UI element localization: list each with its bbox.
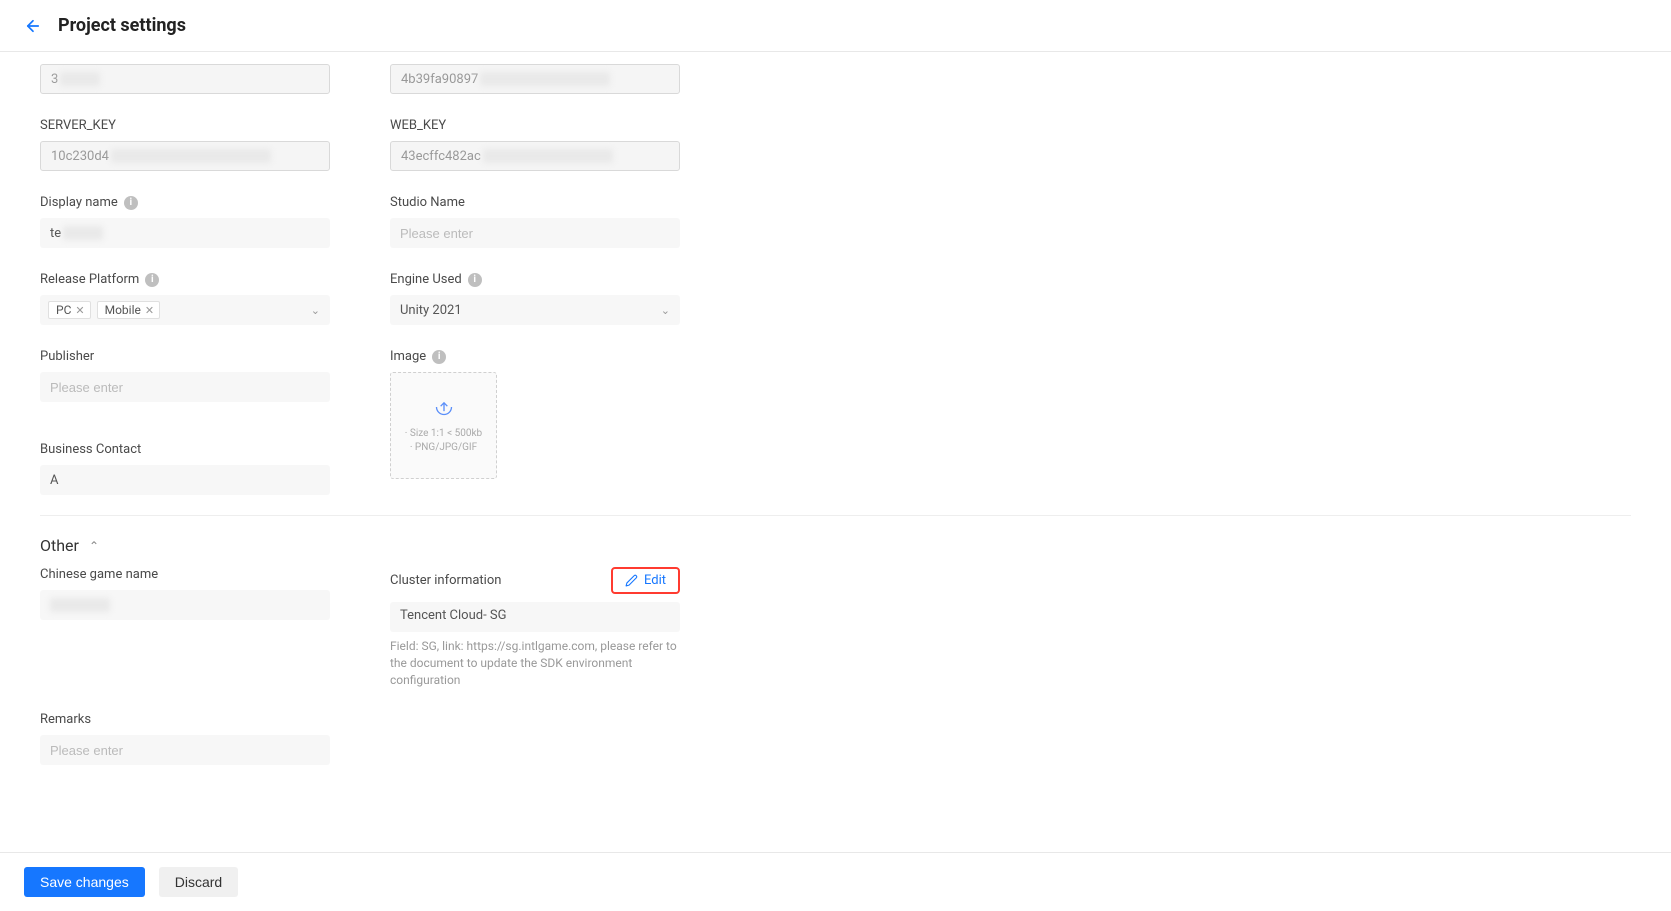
info-icon[interactable]: i [432,350,446,364]
web-key-value-prefix: 43ecffc482ac [401,149,481,164]
studio-name-input[interactable] [390,218,680,248]
edit-cluster-button[interactable]: Edit [611,567,680,594]
business-contact-label: Business Contact [40,442,330,457]
divider [40,515,1631,516]
back-arrow-icon[interactable] [24,17,42,35]
tag-pc: PC ✕ [48,301,91,319]
business-contact-field[interactable]: A [40,465,330,495]
display-name-field[interactable]: te [40,218,330,248]
id-field: 3 [40,64,330,94]
tag-mobile: Mobile ✕ [97,301,160,319]
release-platform-select[interactable]: PC ✕ Mobile ✕ ⌄ [40,295,330,325]
chinese-game-name-field[interactable] [40,590,330,620]
edit-icon [625,574,638,587]
save-button[interactable]: Save changes [24,867,145,897]
remarks-label: Remarks [40,712,330,727]
page-header: Project settings [0,0,1671,52]
upload-icon [434,397,454,421]
engine-used-label: Engine Used i [390,272,680,287]
remarks-input[interactable] [40,735,330,765]
close-icon[interactable]: ✕ [145,304,154,317]
web-key-label: WEB_KEY [390,118,680,133]
release-platform-label: Release Platform i [40,272,330,287]
display-name-label: Display name i [40,195,330,210]
chevron-up-icon: ⌃ [89,539,99,553]
web-key-field: 43ecffc482ac [390,141,680,171]
cluster-info-label: Cluster information [390,573,501,588]
other-title: Other [40,536,79,555]
info-icon[interactable]: i [468,273,482,287]
id-value-prefix: 3 [51,72,58,87]
server-key-field: 10c230d4 [40,141,330,171]
info-icon[interactable]: i [145,273,159,287]
page-title: Project settings [58,15,186,36]
cluster-value: Tencent Cloud- SG [390,602,680,632]
engine-used-select[interactable]: Unity 2021 ⌄ [390,295,680,325]
upload-hint-2: · PNG/JPG/GIF [410,441,477,455]
server-key-label: SERVER_KEY [40,118,330,133]
close-icon[interactable]: ✕ [75,304,84,317]
other-section-header[interactable]: Other ⌃ [40,536,1631,555]
image-upload[interactable]: · Size 1:1 < 500kb · PNG/JPG/GIF [390,372,497,479]
server-key-value-prefix: 10c230d4 [51,149,109,164]
cluster-hint: Field: SG, link: https://sg.intlgame.com… [390,638,680,688]
image-label: Image i [390,349,680,364]
content-area: 3 4b39fa90897 SERVER_KEY 10c230d4 WEB_KE… [0,52,1671,840]
app-secret-value-prefix: 4b39fa90897 [401,72,478,87]
info-icon[interactable]: i [124,196,138,210]
chevron-down-icon[interactable]: ⌄ [311,304,320,317]
footer-bar: Save changes Discard [0,852,1671,911]
chevron-down-icon: ⌄ [661,304,670,317]
studio-name-label: Studio Name [390,195,680,210]
publisher-label: Publisher [40,349,330,364]
upload-hint-1: · Size 1:1 < 500kb [405,427,482,441]
chinese-game-name-label: Chinese game name [40,567,330,582]
publisher-input[interactable] [40,372,330,402]
discard-button[interactable]: Discard [159,867,238,897]
app-secret-field: 4b39fa90897 [390,64,680,94]
